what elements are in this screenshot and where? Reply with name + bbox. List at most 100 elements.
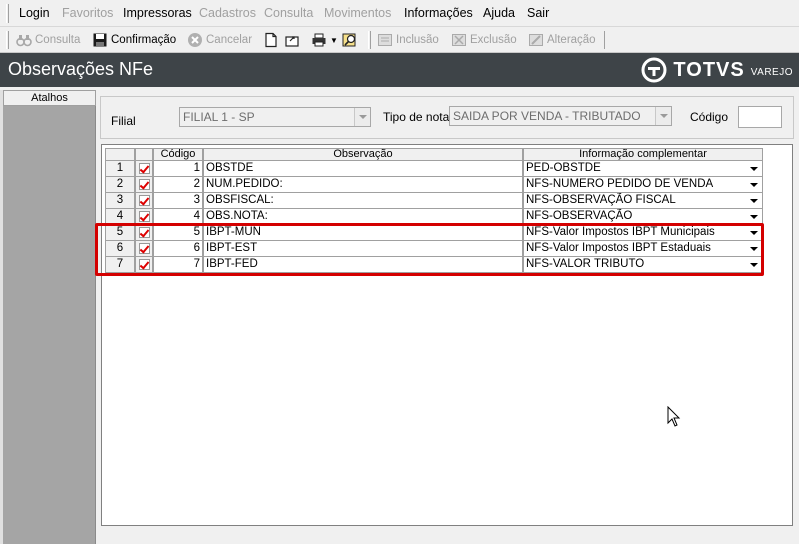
chevron-down-icon[interactable] [747, 178, 762, 191]
filial-value: FILIAL 1 - SP [183, 110, 255, 124]
row-checkbox[interactable] [135, 193, 153, 209]
grid-header-observacao[interactable]: Observação [203, 148, 523, 161]
print-button[interactable]: ▼ [311, 31, 338, 49]
consulta-button[interactable]: Consulta [16, 31, 80, 49]
row-checkbox[interactable] [135, 177, 153, 193]
row-codigo[interactable]: 1 [153, 161, 203, 177]
menu-cadastros: Cadastros [199, 6, 256, 20]
row-checkbox[interactable] [135, 257, 153, 273]
menu-login[interactable]: Login [19, 6, 50, 20]
row-observacao[interactable]: NUM.PEDIDO: [203, 177, 523, 193]
new-document-button[interactable] [263, 31, 279, 49]
codigo-input[interactable] [738, 106, 782, 128]
cancelar-button[interactable]: Cancelar [187, 31, 252, 49]
alteracao-label: Alteração [547, 34, 596, 46]
row-observacao[interactable]: OBS.NOTA: [203, 209, 523, 225]
row-codigo[interactable]: 2 [153, 177, 203, 193]
magnifier-icon [342, 32, 358, 48]
toolbar-grip[interactable] [6, 31, 9, 49]
row-number: 5 [105, 225, 135, 241]
tipo-nota-value: SAIDA POR VENDA - TRIBUTADO [453, 109, 641, 123]
row-info[interactable]: NFS-OBSERVAÇÃO FISCAL [523, 193, 763, 209]
check-icon [139, 163, 150, 174]
confirmacao-label: Confirmação [111, 34, 177, 46]
codigo-label: Código [690, 110, 729, 124]
chevron-down-icon[interactable] [655, 107, 671, 125]
toolbar-separator [604, 31, 605, 49]
grid-header-info[interactable]: Informação complementar [523, 148, 763, 161]
check-icon [139, 179, 150, 190]
row-info[interactable]: NFS-NUMERO PEDIDO DE VENDA [523, 177, 763, 193]
row-codigo[interactable]: 6 [153, 241, 203, 257]
grid-header-codigo[interactable]: Código [153, 148, 203, 161]
chevron-down-icon[interactable] [747, 242, 762, 255]
row-number: 7 [105, 257, 135, 273]
sidebar-title[interactable]: Atalhos [3, 90, 96, 106]
chevron-down-icon[interactable] [747, 258, 762, 271]
row-observacao[interactable]: IBPT-MUN [203, 225, 523, 241]
row-info[interactable]: NFS-Valor Impostos IBPT Municipais [523, 225, 763, 241]
menu-grip[interactable] [6, 4, 9, 23]
row-info-text: NFS-OBSERVAÇÃO FISCAL [526, 194, 676, 206]
exclusao-button[interactable]: Exclusão [451, 31, 517, 49]
row-codigo[interactable]: 3 [153, 193, 203, 209]
chevron-down-icon[interactable]: ▼ [330, 36, 338, 45]
consulta-label: Consulta [35, 34, 81, 46]
row-observacao[interactable]: IBPT-EST [203, 241, 523, 257]
add-record-icon [377, 32, 393, 48]
row-checkbox[interactable] [135, 241, 153, 257]
tipo-nota-select[interactable]: SAIDA POR VENDA - TRIBUTADO [449, 106, 672, 126]
title-bar: Observações NFe TOTVS VAREJO [0, 53, 799, 87]
row-observacao[interactable]: IBPT-FED [203, 257, 523, 273]
edit-record-icon [528, 32, 544, 48]
row-codigo[interactable]: 5 [153, 225, 203, 241]
row-observacao[interactable]: OBSTDE [203, 161, 523, 177]
cancel-icon [187, 32, 203, 48]
row-checkbox[interactable] [135, 225, 153, 241]
alteracao-button[interactable]: Alteração [528, 31, 596, 49]
row-number: 6 [105, 241, 135, 257]
check-icon [139, 195, 150, 206]
observations-grid: Código Observação Informação complementa… [101, 144, 793, 526]
row-checkbox[interactable] [135, 209, 153, 225]
inclusao-button[interactable]: Inclusão [377, 31, 439, 49]
chevron-down-icon[interactable] [747, 162, 762, 175]
chevron-down-icon[interactable] [354, 108, 370, 126]
export-document-icon [284, 32, 300, 48]
menu-ajuda[interactable]: Ajuda [483, 6, 515, 20]
row-codigo[interactable]: 7 [153, 257, 203, 273]
menu-movimentos: Movimentos [324, 6, 392, 20]
chevron-down-icon[interactable] [747, 226, 762, 239]
check-icon [139, 243, 150, 254]
sidebar: Atalhos [3, 90, 96, 544]
row-number: 1 [105, 161, 135, 177]
cancelar-label: Cancelar [206, 34, 253, 46]
row-info-text: NFS-Valor Impostos IBPT Municipais [526, 226, 715, 238]
row-info[interactable]: NFS-OBSERVAÇÃO [523, 209, 763, 225]
totvs-logo: TOTVS VAREJO [641, 57, 793, 83]
menu-consulta: Consulta [264, 6, 314, 20]
row-observacao[interactable]: OBSFISCAL: [203, 193, 523, 209]
chevron-down-icon[interactable] [747, 194, 762, 207]
floppy-disk-icon [92, 32, 108, 48]
row-info-text: NFS-NUMERO PEDIDO DE VENDA [526, 178, 714, 190]
menu-bar: Login Favoritos Impressoras Cadastros Co… [0, 0, 799, 27]
tipo-nota-label: Tipo de nota [383, 110, 450, 124]
check-icon [139, 259, 150, 270]
confirmacao-button[interactable]: Confirmação [92, 31, 176, 49]
row-info[interactable]: PED-OBSTDE [523, 161, 763, 177]
chevron-down-icon[interactable] [747, 210, 762, 223]
toolbar-grip-2[interactable] [368, 31, 371, 49]
row-number: 2 [105, 177, 135, 193]
row-codigo[interactable]: 4 [153, 209, 203, 225]
menu-sair[interactable]: Sair [527, 6, 549, 20]
menu-informacoes[interactable]: Informações [404, 6, 473, 20]
row-info-text: NFS-VALOR TRIBUTO [526, 258, 645, 270]
search-button[interactable] [342, 31, 358, 49]
export-button[interactable] [284, 31, 300, 49]
filial-select[interactable]: FILIAL 1 - SP [179, 107, 371, 127]
row-checkbox[interactable] [135, 161, 153, 177]
row-info[interactable]: NFS-Valor Impostos IBPT Estaduais [523, 241, 763, 257]
row-info[interactable]: NFS-VALOR TRIBUTO [523, 257, 763, 273]
menu-impressoras[interactable]: Impressoras [123, 6, 192, 20]
